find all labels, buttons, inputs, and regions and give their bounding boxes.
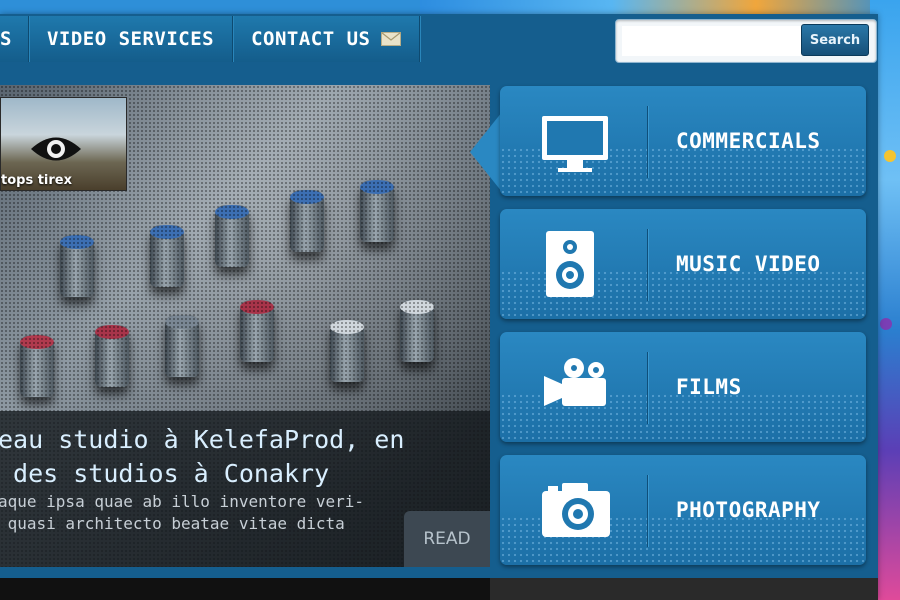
slide-title[interactable]: eau studio à KelefaProd, en des studios …: [0, 423, 418, 491]
slide-caption: eau studio à KelefaProd, en des studios …: [0, 411, 490, 567]
search-box: Search: [615, 19, 877, 63]
nav-item-contact-us[interactable]: CONTACT US: [233, 16, 420, 62]
tile-divider: [647, 352, 648, 424]
video-camera-icon: [544, 358, 606, 406]
tile-divider: [647, 475, 648, 547]
search-button[interactable]: Search: [801, 24, 869, 56]
service-label: FILMS: [676, 375, 742, 399]
tile-divider: [647, 106, 648, 178]
main-nav: S VIDEO SERVICES CONTACT US: [0, 16, 420, 62]
slide-excerpt: aque ipsa quae ab illo inventore veri- q…: [0, 492, 365, 533]
background-dot: [880, 318, 892, 330]
photo-camera-icon: [542, 483, 610, 537]
read-more-button[interactable]: READ: [404, 511, 490, 567]
service-label: COMMERCIALS: [676, 129, 821, 153]
eye-logo-icon: [31, 137, 81, 161]
mail-icon: [380, 32, 401, 46]
slide-thumbnail[interactable]: tops tirex: [0, 97, 127, 191]
service-photography[interactable]: PHOTOGRAPHY: [500, 455, 866, 565]
featured-slider: tops tirex eau studio à KelefaProd, en d…: [0, 85, 490, 567]
nav-item-label: CONTACT US: [251, 28, 371, 50]
search-input[interactable]: [622, 26, 804, 56]
nav-item-label: VIDEO SERVICES: [46, 28, 215, 50]
nav-item-partial[interactable]: S: [0, 16, 29, 62]
service-label: MUSIC VIDEO: [676, 252, 821, 276]
monitor-icon: [542, 116, 608, 172]
service-music-video[interactable]: MUSIC VIDEO: [500, 209, 866, 319]
tile-divider: [647, 229, 648, 301]
service-films[interactable]: FILMS: [500, 332, 866, 442]
bottom-strip-right: [490, 578, 878, 600]
service-label: PHOTOGRAPHY: [676, 498, 821, 522]
background-dot: [884, 150, 896, 162]
active-service-arrow: [470, 112, 502, 192]
thumbnail-label: tops tirex: [1, 173, 72, 188]
service-commercials[interactable]: COMMERCIALS: [500, 86, 866, 196]
speaker-icon: [546, 231, 594, 297]
nav-item-video-services[interactable]: VIDEO SERVICES: [29, 16, 234, 62]
nav-item-label: S: [0, 28, 12, 50]
